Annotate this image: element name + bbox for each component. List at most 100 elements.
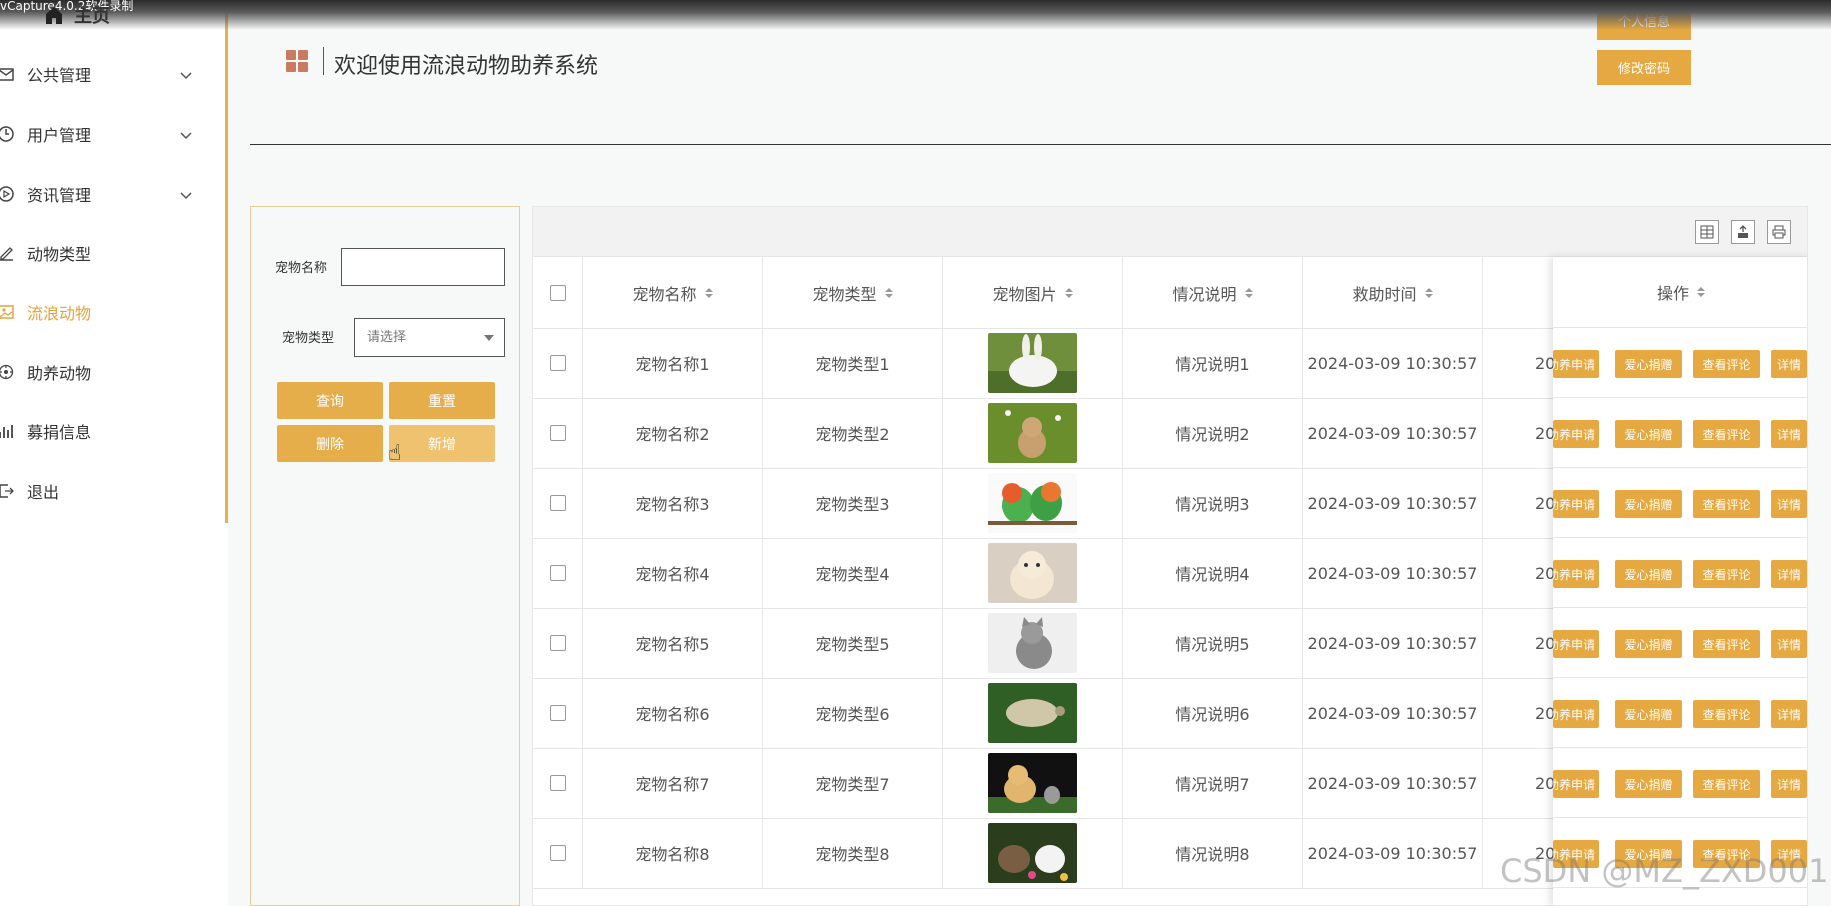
columns-icon[interactable]: [1695, 220, 1719, 244]
pet-photo[interactable]: [988, 333, 1077, 393]
page-title: 欢迎使用流浪动物助养系统: [334, 54, 599, 79]
pet-photo[interactable]: [988, 823, 1077, 883]
operation-row: 助养申请爱心捐赠查看评论详情: [1553, 538, 1807, 608]
view-comments-button[interactable]: 查看评论: [1693, 770, 1760, 798]
sort-icon: [1244, 287, 1253, 298]
reset-button[interactable]: 重置: [389, 382, 495, 419]
sidebar-item-label: 资讯管理: [27, 186, 92, 205]
sidebar-item-stray-animals[interactable]: 流浪动物: [0, 292, 225, 332]
row-checkbox[interactable]: [549, 845, 566, 861]
pet-photo[interactable]: [988, 613, 1077, 673]
row-checkbox[interactable]: [549, 425, 566, 441]
operation-column: 操作 助养申请爱心捐赠查看评论详情助养申请爱心捐赠查看评论详情助养申请爱心捐赠查…: [1553, 257, 1807, 905]
cell-pet-name: 宠物名称5: [583, 608, 763, 678]
change-password-button[interactable]: 修改密码: [1597, 50, 1691, 85]
donate-button[interactable]: 爱心捐赠: [1615, 560, 1682, 588]
details-button[interactable]: 详情: [1771, 490, 1807, 518]
sidebar-item-animal-types[interactable]: 动物类型: [0, 233, 225, 273]
view-comments-button[interactable]: 查看评论: [1693, 350, 1760, 378]
grid-icon: [286, 50, 308, 72]
operation-row: 助养申请爱心捐赠查看评论详情: [1553, 608, 1807, 678]
row-checkbox[interactable]: [549, 635, 566, 651]
details-button[interactable]: 详情: [1771, 560, 1807, 588]
adopt-apply-button[interactable]: 助养申请: [1553, 420, 1599, 448]
cell-pet-image: [943, 748, 1123, 818]
cell-pet-image: [943, 818, 1123, 888]
row-select-cell: [533, 678, 583, 748]
cell-pet-image: [943, 608, 1123, 678]
cell-pet-name: 宠物名称4: [583, 538, 763, 608]
row-select-cell: [533, 328, 583, 398]
sidebar-item-label: 公共管理: [27, 66, 92, 85]
row-checkbox[interactable]: [549, 705, 566, 721]
home-link[interactable]: 主页: [44, 2, 110, 28]
sidebar-item-donations[interactable]: 募捐信息: [0, 411, 225, 451]
col-header-operations[interactable]: 操作: [1553, 257, 1807, 328]
adopt-apply-button[interactable]: 助养申请: [1553, 490, 1599, 518]
details-button[interactable]: 详情: [1771, 350, 1807, 378]
cell-rescue-time: 2024-03-09 10:30:57: [1303, 468, 1483, 538]
sidebar-item-label: 动物类型: [27, 245, 92, 264]
sidebar: 公共管理 用户管理 资讯管理 动物类型 流浪动物 助养动物 募捐信息 退出: [0, 0, 228, 523]
donate-button[interactable]: 爱心捐赠: [1615, 350, 1682, 378]
add-button[interactable]: 新增: [389, 425, 495, 462]
cell-rescue-time: 2024-03-09 10:30:57: [1303, 398, 1483, 468]
pet-type-select[interactable]: 请选择: [354, 318, 505, 357]
adopt-apply-button[interactable]: 助养申请: [1553, 770, 1599, 798]
donate-button[interactable]: 爱心捐赠: [1615, 420, 1682, 448]
view-comments-button[interactable]: 查看评论: [1693, 420, 1760, 448]
donate-button[interactable]: 爱心捐赠: [1615, 490, 1682, 518]
col-header-label: 操作: [1656, 284, 1689, 303]
sidebar-item-logout[interactable]: 退出: [0, 471, 225, 511]
view-comments-button[interactable]: 查看评论: [1693, 630, 1760, 658]
details-button[interactable]: 详情: [1771, 770, 1807, 798]
pet-name-input[interactable]: [341, 248, 505, 286]
sidebar-item-users[interactable]: 用户管理: [0, 114, 225, 154]
col-header-rescue-time[interactable]: 救助时间: [1303, 257, 1483, 328]
select-all-cell: [533, 257, 583, 328]
col-header-pet-name[interactable]: 宠物名称: [583, 257, 763, 328]
query-button[interactable]: 查询: [277, 382, 383, 419]
chevron-down-icon: [180, 125, 192, 144]
row-checkbox[interactable]: [549, 355, 566, 371]
row-checkbox[interactable]: [549, 565, 566, 581]
header-divider: [250, 144, 1831, 145]
details-button[interactable]: 详情: [1771, 700, 1807, 728]
row-checkbox[interactable]: [549, 495, 566, 511]
adopt-apply-button[interactable]: 助养申请: [1553, 700, 1599, 728]
cell-pet-image: [943, 328, 1123, 398]
adopt-apply-button[interactable]: 助养申请: [1553, 630, 1599, 658]
pet-photo[interactable]: [988, 683, 1077, 743]
col-header-description[interactable]: 情况说明: [1123, 257, 1303, 328]
details-button[interactable]: 详情: [1771, 420, 1807, 448]
cell-description: 情况说明6: [1123, 678, 1303, 748]
pet-photo[interactable]: [988, 543, 1077, 603]
delete-button[interactable]: 删除: [277, 425, 383, 462]
donate-button[interactable]: 爱心捐赠: [1615, 770, 1682, 798]
sort-icon: [884, 287, 893, 298]
donate-button[interactable]: 爱心捐赠: [1615, 700, 1682, 728]
cell-rescue-time: 2024-03-09 10:30:57: [1303, 538, 1483, 608]
sidebar-item-adopted-animals[interactable]: 助养动物: [0, 352, 225, 392]
donate-button[interactable]: 爱心捐赠: [1615, 630, 1682, 658]
sidebar-item-public[interactable]: 公共管理: [0, 54, 225, 94]
sidebar-item-label: 退出: [27, 483, 60, 502]
cell-pet-type: 宠物类型5: [763, 608, 943, 678]
view-comments-button[interactable]: 查看评论: [1693, 560, 1760, 588]
sidebar-item-news[interactable]: 资讯管理: [0, 174, 225, 214]
col-header-pet-type[interactable]: 宠物类型: [763, 257, 943, 328]
col-header-pet-image[interactable]: 宠物图片: [943, 257, 1123, 328]
export-icon[interactable]: [1731, 220, 1755, 244]
pet-photo[interactable]: [988, 473, 1077, 533]
data-table: 宠物名称 宠物类型 宠物图片 情况说明 救助时间 宠物名称1 宠物类型1 情况说明1…: [532, 206, 1808, 906]
view-comments-button[interactable]: 查看评论: [1693, 490, 1760, 518]
details-button[interactable]: 详情: [1771, 630, 1807, 658]
row-checkbox[interactable]: [549, 775, 566, 791]
adopt-apply-button[interactable]: 助养申请: [1553, 560, 1599, 588]
pet-photo[interactable]: [988, 403, 1077, 463]
select-all-checkbox[interactable]: [549, 284, 566, 301]
print-icon[interactable]: [1767, 220, 1791, 244]
pet-photo[interactable]: [988, 753, 1077, 813]
view-comments-button[interactable]: 查看评论: [1693, 700, 1760, 728]
adopt-apply-button[interactable]: 助养申请: [1553, 350, 1599, 378]
